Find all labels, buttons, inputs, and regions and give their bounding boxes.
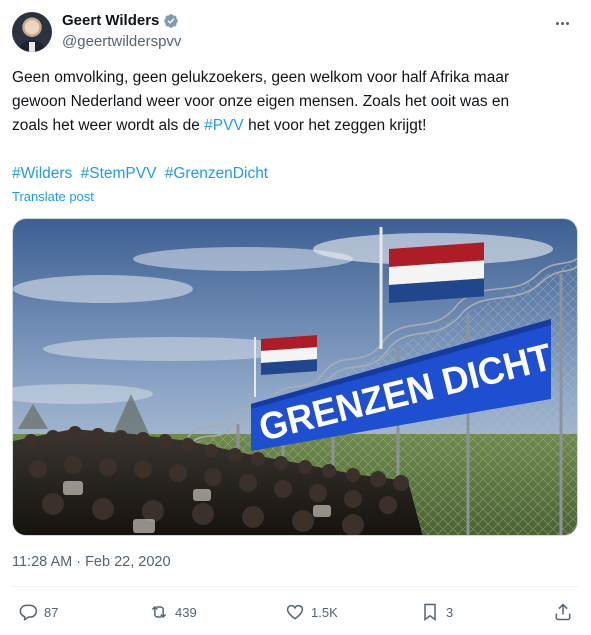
bookmark-count: 3 bbox=[446, 604, 454, 620]
hashtag-list: #Wilders #StemPVV #GrenzenDicht bbox=[12, 162, 272, 186]
bookmark-icon bbox=[424, 603, 436, 621]
post-timestamp[interactable]: 11:28 AM · Feb 22, 2020 bbox=[12, 554, 171, 570]
bookmark-button[interactable]: 3 bbox=[420, 598, 453, 626]
dutch-flag-large bbox=[389, 242, 484, 303]
verified-badge-icon bbox=[164, 13, 179, 28]
reply-icon bbox=[19, 604, 38, 621]
post-text: Geen omvolking, geen gelukzoekers, geen … bbox=[12, 66, 572, 138]
translate-post-link[interactable]: Translate post bbox=[12, 189, 94, 204]
post-image[interactable]: GRENZEN DICHT bbox=[12, 218, 578, 536]
avatar-shirt bbox=[29, 42, 35, 52]
reply-button[interactable]: 87 bbox=[18, 598, 58, 626]
border-fence-photo: GRENZEN DICHT bbox=[13, 219, 577, 535]
name-row: Geert Wilders bbox=[62, 12, 179, 29]
post-line-3-start: zoals het weer wordt als de bbox=[12, 117, 205, 134]
post-line-2: gewoon Nederland weer voor onze eigen me… bbox=[12, 93, 510, 110]
post-line-3: zoals het weer wordt als de #PVV het voo… bbox=[12, 114, 572, 138]
handle[interactable]: @geertwilderspvv bbox=[62, 33, 181, 50]
share-icon bbox=[555, 603, 571, 621]
post-line-1: Geen omvolking, geen gelukzoekers, geen … bbox=[12, 69, 510, 86]
like-button[interactable]: 1.5K bbox=[285, 598, 338, 626]
tweet: Geert Wilders @geertwilderspvv Geen omvo… bbox=[0, 0, 591, 635]
tweet-header: Geert Wilders @geertwilderspvv bbox=[12, 10, 579, 54]
hashtag-stempvv-link[interactable]: #StemPVV bbox=[81, 165, 157, 182]
hashtag-pvv-link[interactable]: #PVV bbox=[204, 117, 244, 134]
repost-button[interactable]: 439 bbox=[149, 598, 197, 626]
more-options-icon[interactable] bbox=[551, 14, 573, 32]
repost-count: 439 bbox=[175, 604, 197, 620]
dutch-flag-small bbox=[261, 335, 317, 375]
action-bar: 87 439 1.5K 3 bbox=[12, 598, 579, 626]
hashtag-wilders-link[interactable]: #Wilders bbox=[12, 165, 72, 182]
reply-count: 87 bbox=[44, 604, 59, 620]
divider bbox=[12, 586, 579, 587]
avatar[interactable] bbox=[12, 12, 52, 52]
hashtag-grenzendicht-link[interactable]: #GrenzenDicht bbox=[165, 165, 268, 182]
repost-icon bbox=[151, 605, 167, 619]
post-line-3-end: het voor het zeggen krijgt! bbox=[243, 117, 427, 134]
like-count: 1.5K bbox=[311, 604, 338, 620]
share-button[interactable] bbox=[553, 598, 573, 626]
heart-icon bbox=[286, 604, 304, 620]
display-name[interactable]: Geert Wilders bbox=[62, 12, 159, 29]
